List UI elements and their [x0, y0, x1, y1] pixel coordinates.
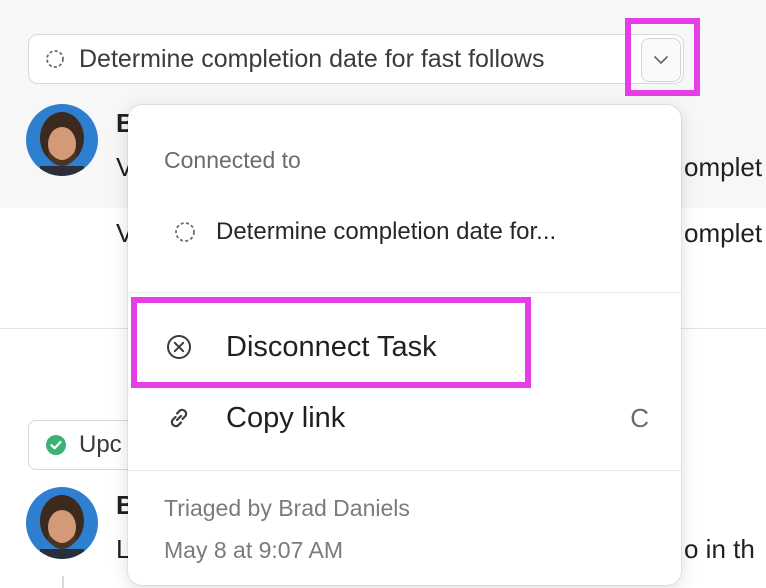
comment-text-fragment: omplet — [684, 152, 763, 182]
thread-line — [62, 576, 64, 588]
copy-link-menu-item[interactable]: Copy link C — [164, 398, 649, 438]
triaged-by-text: Triaged by Brad Daniels — [164, 495, 410, 521]
link-icon — [164, 403, 194, 433]
comment-text-fragment: o in th — [684, 534, 755, 564]
menu-divider — [128, 470, 681, 471]
dashed-circle-icon — [175, 222, 195, 242]
dropdown-button-highlight — [625, 18, 700, 96]
connected-task-label: Determine completion date for... — [216, 218, 557, 245]
avatar[interactable] — [26, 487, 98, 559]
triaged-timestamp: May 8 at 9:07 AM — [164, 537, 343, 563]
status-chip-label: Upc — [79, 431, 122, 458]
task-chip-label: Determine completion date for fast follo… — [79, 44, 545, 73]
dashed-circle-icon — [46, 50, 64, 68]
menu-item-label: Copy link — [226, 401, 346, 434]
connected-task-chip[interactable]: Determine completion date for fast follo… — [28, 34, 684, 84]
comment-text-fragment: omplet — [684, 218, 763, 248]
menu-divider — [128, 292, 681, 293]
disconnect-task-highlight — [131, 297, 531, 388]
menu-section-label: Connected to — [164, 147, 301, 173]
connected-task-item[interactable]: Determine completion date for... — [174, 217, 556, 247]
check-circle-icon — [46, 435, 66, 455]
avatar[interactable] — [26, 104, 98, 176]
keyboard-shortcut: C — [630, 402, 649, 433]
